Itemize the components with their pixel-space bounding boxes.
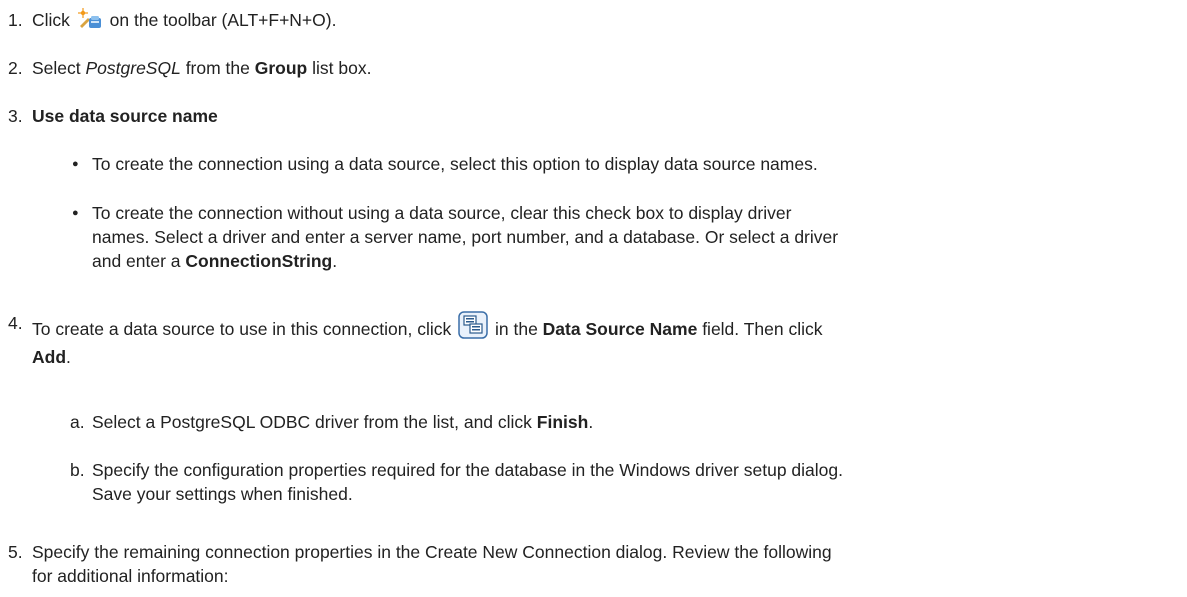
step-number: 1. <box>8 10 23 30</box>
step-text: To create a data source to use in this c… <box>32 311 1175 369</box>
sub-step-letter: a. <box>70 412 85 432</box>
bullet-glyph: ● <box>72 158 79 170</box>
sub-step-text: Specify the configuration properties req… <box>92 460 843 504</box>
data-source-browse-icon <box>458 311 488 345</box>
new-connection-icon <box>77 8 103 36</box>
bullet-text: To create the connection without using a… <box>92 203 839 271</box>
step-text: Specify the remaining connection propert… <box>32 542 832 586</box>
step-text: Click on the toolbar (ALT+F+N+O). <box>32 8 1175 36</box>
step-number: 5. <box>8 542 23 562</box>
step-number: 3. <box>8 106 23 126</box>
bullet-glyph: ● <box>72 207 79 219</box>
sub-step-letter: b. <box>70 460 85 480</box>
sub-step-text: Select a PostgreSQL ODBC driver from the… <box>92 412 594 432</box>
step-heading: Use data source name <box>32 106 218 126</box>
step-text: Select PostgreSQL from the Group list bo… <box>32 58 372 78</box>
step-number: 4. <box>8 313 23 333</box>
bullet-text: To create the connection using a data so… <box>92 154 818 174</box>
step-number: 2. <box>8 58 23 78</box>
